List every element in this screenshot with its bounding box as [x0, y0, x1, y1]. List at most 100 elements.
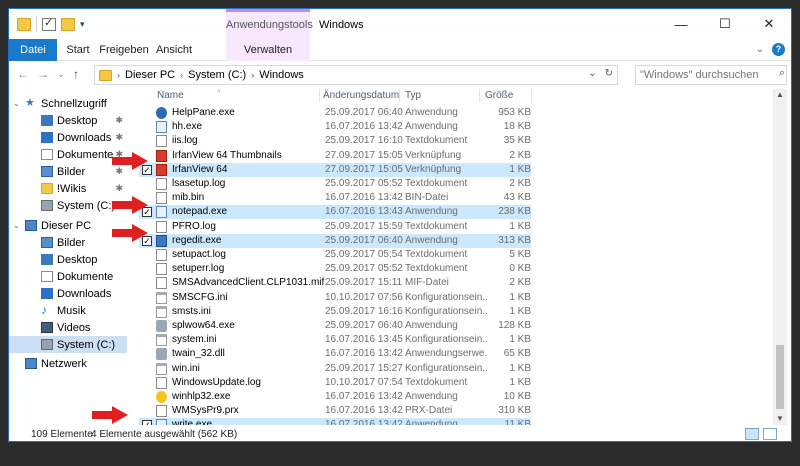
- doc-icon: [156, 178, 167, 190]
- folder-icon[interactable]: [17, 17, 31, 31]
- nav-item-downloads[interactable]: Downloads ✱: [9, 129, 127, 146]
- column-divider[interactable]: [531, 89, 532, 102]
- file-row[interactable]: iis.log 25.09.2017 16:10 Textdokument 35 KB: [139, 134, 531, 148]
- file-row[interactable]: splwow64.exe 25.09.2017 06:40 Anwendung 128…: [139, 319, 531, 333]
- nav-item-dieser-pc[interactable]: ⌄ Dieser PC: [9, 217, 127, 234]
- column-divider[interactable]: [479, 89, 480, 102]
- pin-icon[interactable]: ✱: [115, 115, 123, 126]
- nav-item-bilder[interactable]: Bilder ✱: [9, 163, 127, 180]
- tab-freigeben[interactable]: Freigeben: [99, 39, 149, 61]
- details-view-icon[interactable]: [745, 428, 759, 440]
- doc-icon: [156, 220, 167, 233]
- file-size: 953 KB: [498, 107, 531, 118]
- column-header-date[interactable]: Änderungsdatum: [323, 90, 399, 101]
- collapse-chevron-icon[interactable]: ⌄: [13, 99, 21, 108]
- recent-chevron-icon[interactable]: ⌄: [57, 69, 65, 80]
- minimize-button[interactable]: —: [659, 9, 703, 39]
- file-row[interactable]: lsasetup.log 25.09.2017 05:52 Textdokument…: [139, 177, 531, 191]
- column-header-size[interactable]: Größe: [485, 90, 513, 101]
- file-date: 25.09.2017 05:52: [325, 178, 403, 189]
- selection-summary: 4 Elemente ausgewählt (562 KB): [91, 429, 238, 440]
- file-row[interactable]: win.ini 25.09.2017 15:27 Konfigurationsein…: [139, 362, 531, 376]
- address-dropdown-icon[interactable]: ⌄: [588, 68, 596, 79]
- help-icon[interactable]: ?: [772, 43, 785, 56]
- nav-item-dokumente[interactable]: Dokumente ✱: [9, 146, 127, 163]
- file-row[interactable]: ✓ notepad.exe 16.07.2016 13:43 Anwendung 238…: [139, 205, 531, 220]
- file-row[interactable]: SMSCFG.ini 10.10.2017 07:56 Konfigurations…: [139, 291, 531, 305]
- file-row[interactable]: setuperr.log 25.09.2017 05:52 Textdokument…: [139, 262, 531, 276]
- nav-item-system-c-pc[interactable]: System (C:): [9, 336, 127, 353]
- pin-icon[interactable]: ✱: [115, 183, 123, 194]
- nav-item-desktop-pc[interactable]: Desktop: [9, 251, 127, 268]
- file-row[interactable]: smsts.ini 25.09.2017 16:16 Konfigurationse…: [139, 305, 531, 319]
- file-row[interactable]: SMSAdvancedClient.CLP1031.mif 25.09.2017 …: [139, 276, 531, 290]
- back-arrow-icon[interactable]: ←: [17, 67, 29, 81]
- forward-arrow-icon[interactable]: →: [37, 67, 49, 81]
- file-row[interactable]: IrfanView 64 Thumbnails 27.09.2017 15:05 V…: [139, 149, 531, 163]
- nav-item-wikis[interactable]: !Wikis ✱: [9, 180, 127, 197]
- refresh-icon[interactable]: ↻: [605, 68, 613, 79]
- column-divider[interactable]: [399, 89, 400, 102]
- annotation-arrow-icon: [112, 152, 148, 170]
- file-date: 16.07.2016 13:42: [325, 192, 403, 204]
- file-row[interactable]: system.ini 16.07.2016 13:45 Konfigurations…: [139, 333, 531, 347]
- new-folder-icon[interactable]: [61, 17, 75, 31]
- breadcrumb-windows[interactable]: Windows: [259, 69, 304, 81]
- nav-item-musik[interactable]: ♪ Musik: [9, 302, 127, 319]
- file-size: 18 KB: [503, 121, 531, 133]
- doc-icon: [156, 249, 167, 261]
- nav-item-bilder-pc[interactable]: Bilder: [9, 234, 127, 251]
- tab-verwalten[interactable]: Verwalten: [226, 39, 310, 61]
- file-row[interactable]: winhlp32.exe 16.07.2016 13:42 Anwendung 10 …: [139, 390, 531, 404]
- tab-datei[interactable]: Datei: [9, 39, 57, 61]
- up-arrow-icon[interactable]: ↑: [73, 67, 79, 81]
- properties-icon[interactable]: [42, 16, 56, 31]
- file-row[interactable]: setupact.log 25.09.2017 05:54 Textdokument…: [139, 248, 531, 262]
- nav-item-system-c[interactable]: System (C:): [9, 197, 127, 214]
- tab-start[interactable]: Start: [61, 39, 95, 61]
- search-input[interactable]: [635, 65, 787, 85]
- file-row[interactable]: PFRO.log 25.09.2017 15:59 Textdokument 1 KB: [139, 220, 531, 234]
- chevron-down-icon[interactable]: ▾: [80, 19, 85, 30]
- nav-item-downloads-pc[interactable]: Downloads: [9, 285, 127, 302]
- file-row[interactable]: hh.exe 16.07.2016 13:42 Anwendung 18 KB: [139, 120, 531, 134]
- breadcrumb-dieser-pc[interactable]: Dieser PC: [125, 69, 175, 81]
- download-icon: [41, 288, 53, 299]
- nav-item-dokumente-pc[interactable]: Dokumente: [9, 268, 127, 285]
- vertical-scrollbar[interactable]: ▲ ▼: [773, 89, 787, 425]
- file-row[interactable]: mib.bin 16.07.2016 13:42 BIN-Datei 43 KB: [139, 191, 531, 205]
- exe-icon: [156, 121, 167, 134]
- collapse-chevron-icon[interactable]: ⌄: [13, 221, 21, 230]
- search-icon[interactable]: ⌕: [779, 67, 785, 80]
- column-header-name[interactable]: Name: [157, 90, 184, 101]
- folder-icon: [41, 183, 53, 194]
- nav-item-schnellzugriff[interactable]: ⌄ ★ Schnellzugriff: [9, 95, 127, 112]
- column-header-type[interactable]: Typ: [405, 90, 421, 101]
- nav-item-desktop[interactable]: Desktop ✱: [9, 112, 127, 129]
- pin-icon[interactable]: ✱: [115, 132, 123, 143]
- column-divider[interactable]: [319, 89, 320, 102]
- ini-icon: [156, 291, 167, 304]
- nav-item-netzwerk[interactable]: Netzwerk: [9, 355, 127, 372]
- file-row[interactable]: WMSysPr9.prx 16.07.2016 13:42 PRX-Datei 310…: [139, 404, 531, 418]
- file-row[interactable]: ✓write.exe16.07.2016 13:42Anwendung11 KB: [139, 418, 531, 425]
- file-date: 10.10.2017 07:54: [325, 376, 403, 388]
- tab-ansicht[interactable]: Ansicht: [153, 39, 195, 61]
- nav-item-videos[interactable]: Videos: [9, 319, 127, 336]
- file-row[interactable]: ✓ IrfanView 64 27.09.2017 15:05 Verknüpfung…: [139, 162, 531, 177]
- address-bar[interactable]: › Dieser PC › System (C:) › Windows ⌄ ↻: [94, 65, 618, 85]
- file-row[interactable]: twain_32.dll 16.07.2016 13:42 Anwendungser…: [139, 347, 531, 361]
- expand-ribbon-icon[interactable]: ⌄: [756, 44, 764, 55]
- file-row[interactable]: HelpPane.exe 25.09.2017 06:40 Anwendung 953…: [139, 106, 531, 120]
- breadcrumb-system-c[interactable]: System (C:): [188, 69, 246, 81]
- gear-icon: [156, 348, 167, 361]
- scroll-up-icon[interactable]: ▲: [773, 89, 787, 101]
- file-date: 25.09.2017 16:16: [325, 305, 403, 317]
- file-row[interactable]: ✓ regedit.exe 25.09.2017 06:40 Anwendung 313…: [139, 233, 531, 248]
- scrollbar-thumb[interactable]: [776, 345, 784, 409]
- scroll-down-icon[interactable]: ▼: [773, 413, 787, 425]
- large-icons-view-icon[interactable]: [763, 428, 777, 440]
- file-row[interactable]: WindowsUpdate.log 10.10.2017 07:54 Textdok…: [139, 376, 531, 390]
- maximize-button[interactable]: ☐: [703, 9, 747, 39]
- close-button[interactable]: ✕: [747, 9, 791, 39]
